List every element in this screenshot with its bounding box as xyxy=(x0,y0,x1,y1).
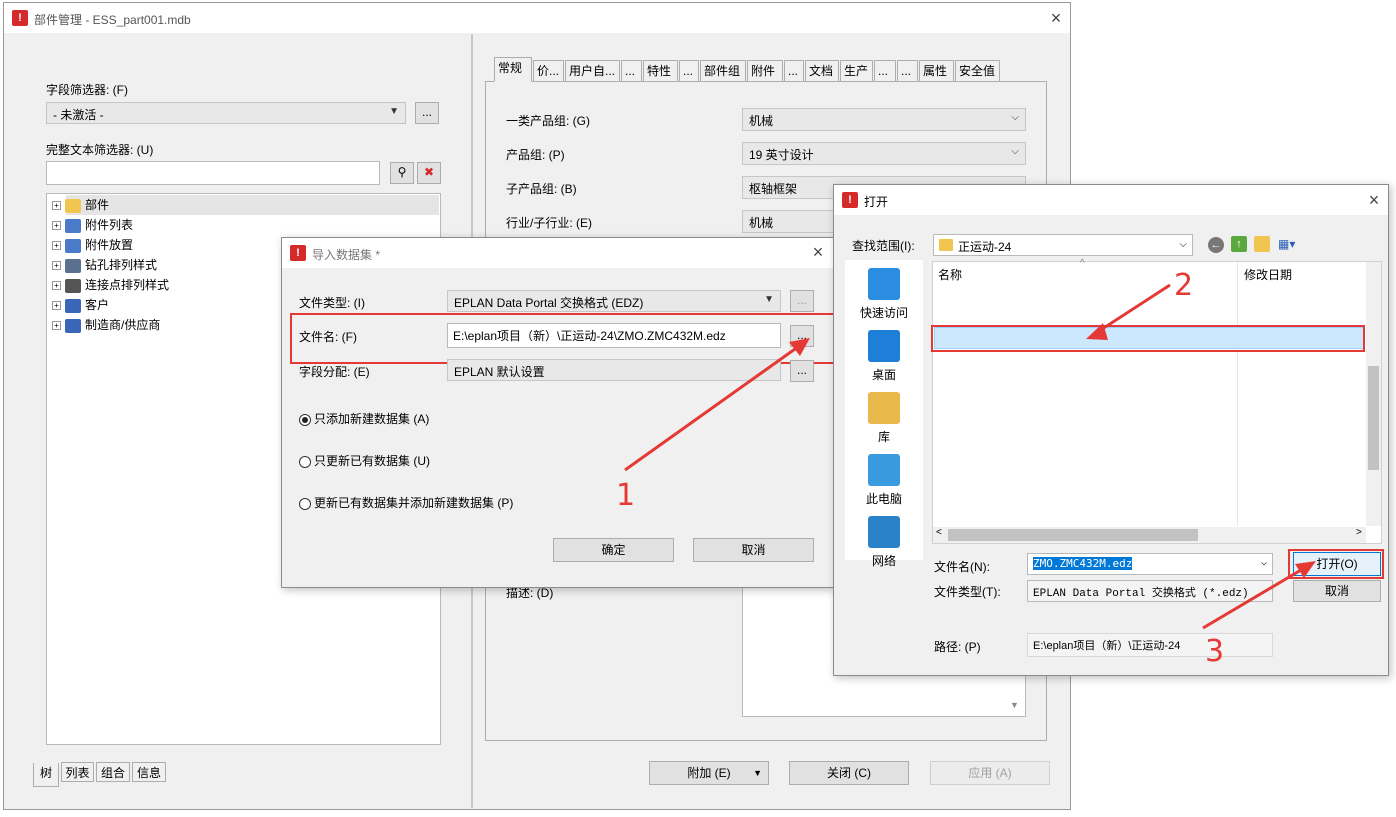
arrow-1-head xyxy=(789,338,810,356)
annotation-number-1: 1 xyxy=(616,478,636,513)
arrow-3-head xyxy=(1295,561,1316,578)
annotation-arrows xyxy=(624,283,1316,630)
annotation-number-3: 3 xyxy=(1205,634,1225,669)
tab-0[interactable]: 常规 xyxy=(494,57,532,82)
arrow-2-line xyxy=(1095,283,1171,335)
arrow-1-line xyxy=(624,342,803,472)
annotation-number-2: 2 xyxy=(1174,268,1194,303)
arrow-2-head xyxy=(1086,323,1108,340)
arrow-3-line xyxy=(1202,565,1307,630)
